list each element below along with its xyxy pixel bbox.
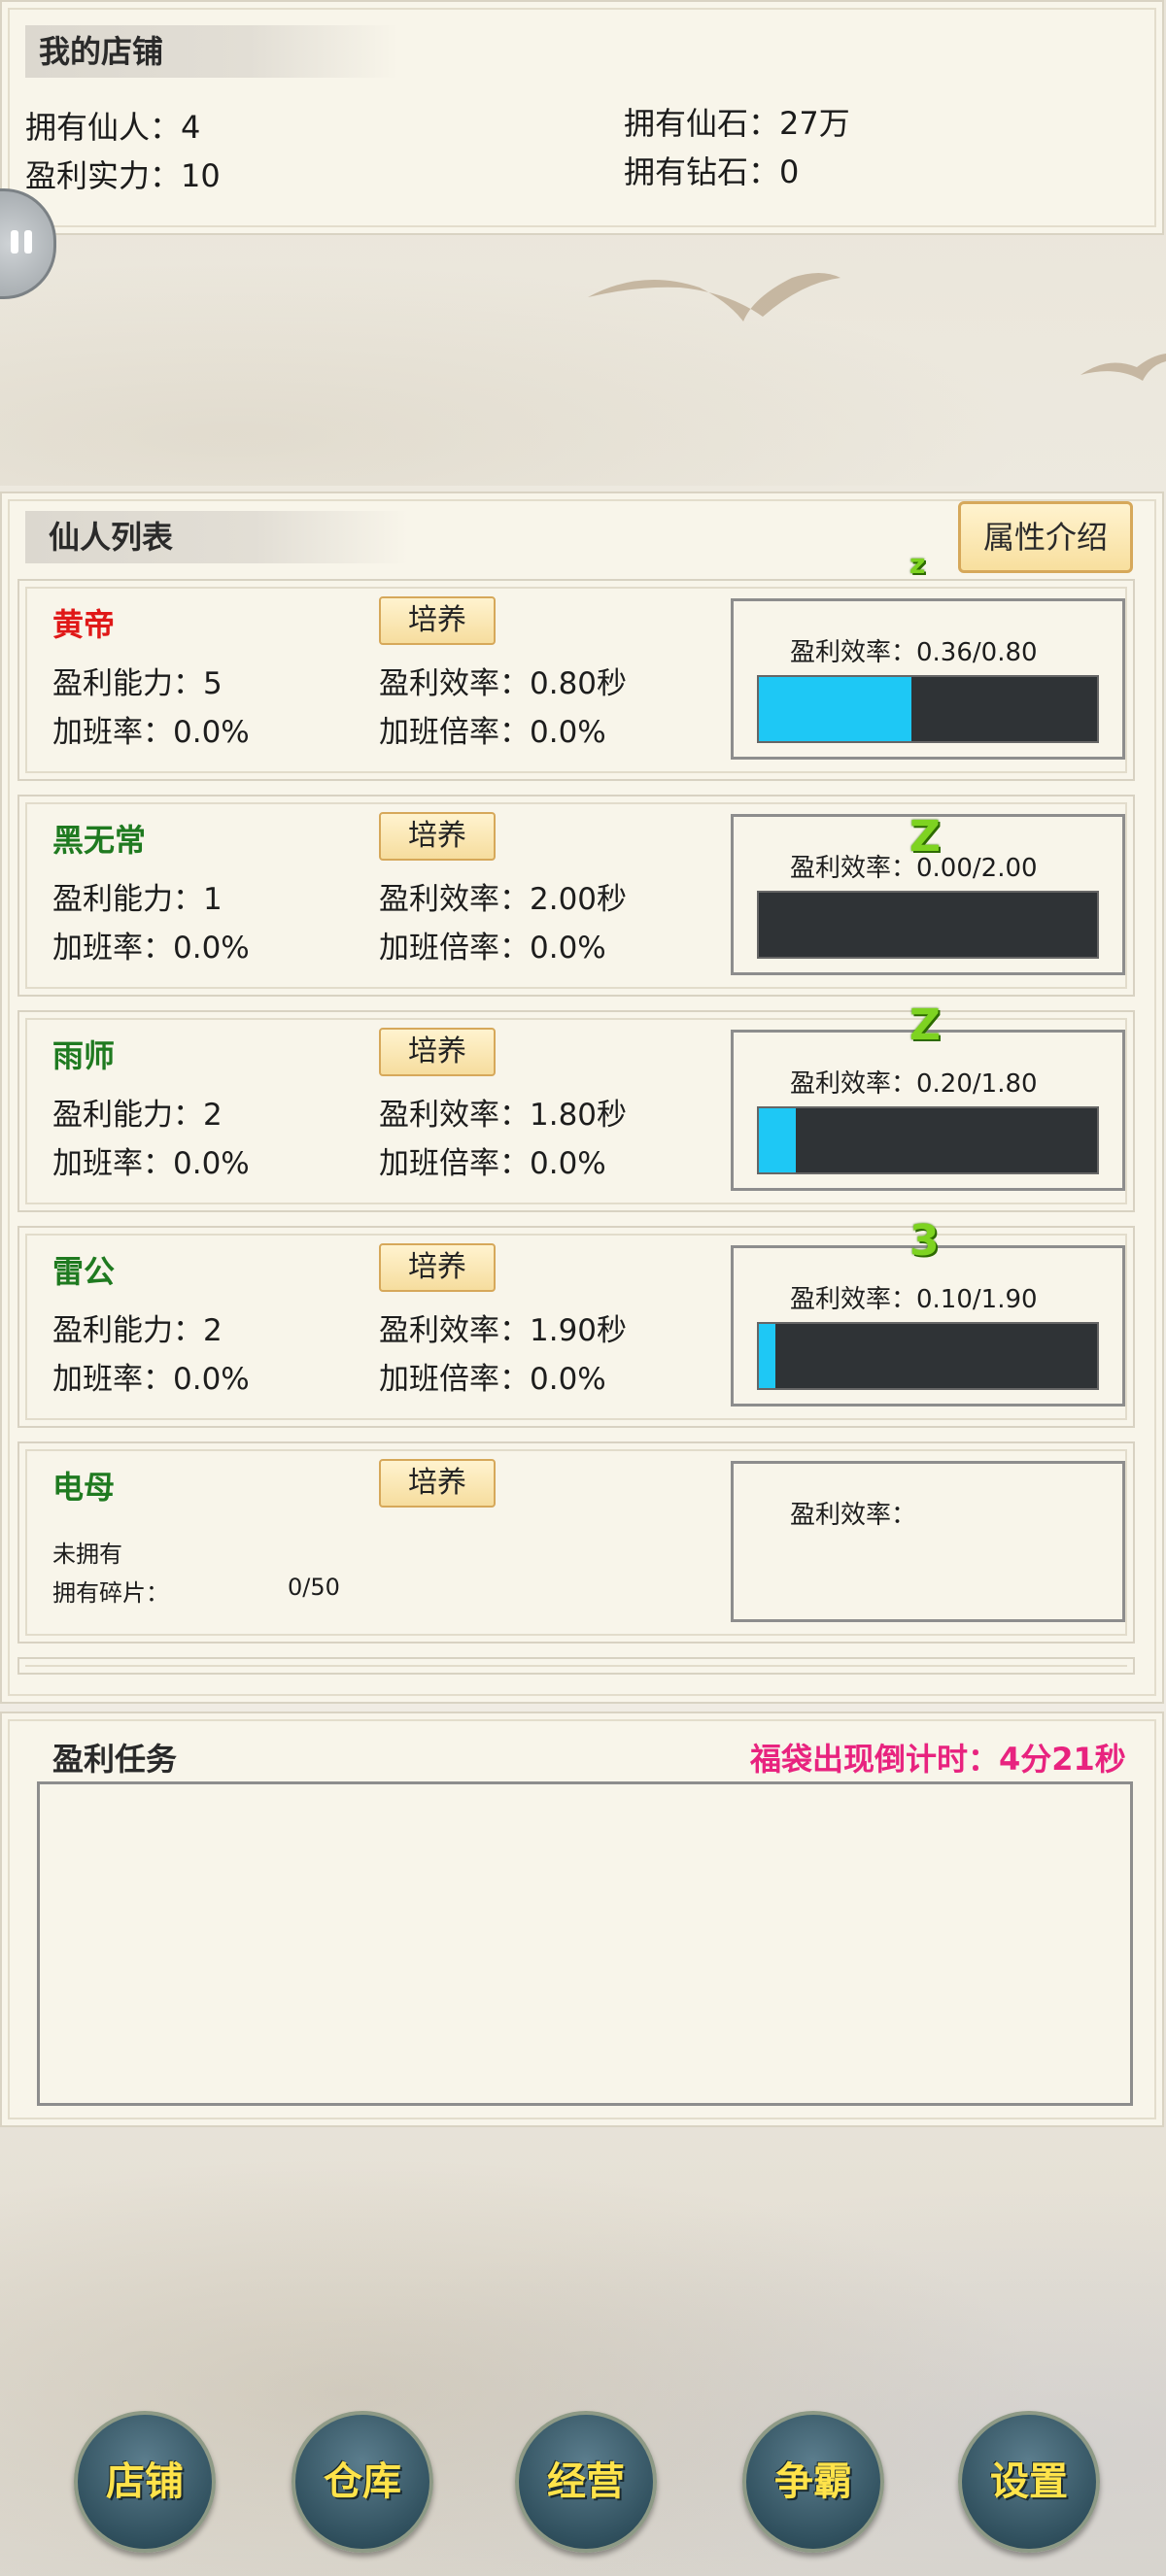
immortal-name: 黑无常 [52, 822, 147, 859]
profit-efficiency: 盈利效率：1.90秒 [379, 1313, 628, 1348]
shop-title: 我的店铺 [25, 25, 398, 78]
profit-ability: 盈利能力：2 [52, 1313, 223, 1348]
overtime-multiplier: 加班倍率：0.0% [379, 1362, 606, 1397]
overtime-multiplier: 加班倍率：0.0% [379, 1146, 606, 1181]
fragments-label: 拥有碎片： [52, 1579, 169, 1607]
immortal-name: 雨师 [52, 1037, 116, 1074]
progress-bar [757, 1322, 1099, 1390]
train-button[interactable]: 培养 [379, 596, 496, 645]
diamonds-count: 拥有钻石：0 [624, 153, 800, 190]
nav-shop-button[interactable]: 店铺 [74, 2411, 216, 2553]
list-title: 仙人列表 [25, 511, 408, 563]
immortal-card: 电母 培养 未拥有 拥有碎片： 0/50 盈利效率： [17, 1441, 1135, 1644]
profit-efficiency: 盈利效率：2.00秒 [379, 882, 628, 917]
profit-ability: 盈利能力：5 [52, 666, 223, 701]
overtime-multiplier: 加班倍率：0.0% [379, 715, 606, 750]
immortal-card: 雨师 培养 盈利能力：2 盈利效率：1.80秒 加班率：0.0% 加班倍率：0.… [17, 1010, 1135, 1212]
overtime-multiplier: 加班倍率：0.0% [379, 931, 606, 966]
immortal-card: 雷公 培养 盈利能力：2 盈利效率：1.90秒 加班率：0.0% 加班倍率：0.… [17, 1226, 1135, 1428]
train-button[interactable]: 培养 [379, 1243, 496, 1292]
immortal-card-partial [17, 1657, 1135, 1675]
progress-fill [759, 1324, 776, 1388]
immortal-name: 电母 [52, 1469, 116, 1506]
profit-power: 盈利实力：10 [25, 157, 221, 194]
sleep-icon: Z [909, 812, 941, 862]
task-title: 盈利任务 [52, 1741, 178, 1778]
nav-compete-button[interactable]: 争霸 [742, 2411, 884, 2553]
efficiency-box: 盈利效率：0.10/1.90 [731, 1245, 1125, 1407]
efficiency-box: 盈利效率：0.36/0.80 [731, 598, 1125, 760]
immortals-count: 拥有仙人：4 [25, 109, 201, 146]
immortal-card: 黄帝 培养 盈利能力：5 盈利效率：0.80秒 加班率：0.0% 加班倍率：0.… [17, 579, 1135, 781]
sleep-icon: 3 [909, 1216, 940, 1266]
spirit-stones-count: 拥有仙石：27万 [624, 105, 850, 142]
progress-bar [757, 1106, 1099, 1174]
nav-operate-button[interactable]: 经营 [515, 2411, 657, 2553]
task-list [37, 1781, 1133, 2106]
fragments-value: 0/50 [288, 1574, 340, 1601]
immortal-card: 黑无常 培养 盈利能力：1 盈利效率：2.00秒 加班率：0.0% 加班倍率：0… [17, 795, 1135, 997]
nav-warehouse-button[interactable]: 仓库 [292, 2411, 433, 2553]
efficiency-box: 盈利效率：0.20/1.80 [731, 1030, 1125, 1191]
profit-efficiency: 盈利效率：1.80秒 [379, 1098, 628, 1133]
not-owned-status: 未拥有 [52, 1541, 122, 1568]
progress-fill [759, 1108, 797, 1172]
progress-bar [757, 891, 1099, 959]
immortal-name: 黄帝 [52, 606, 116, 643]
sleep-icon: z [909, 548, 926, 580]
profit-ability: 盈利能力：2 [52, 1098, 223, 1133]
progress-bar [757, 675, 1099, 743]
efficiency-label: 盈利效率：0.36/0.80 [790, 638, 1038, 667]
sleep-icon: Z [909, 1000, 941, 1050]
immortal-name: 雷公 [52, 1253, 116, 1290]
bird-decoration [588, 273, 840, 322]
lucky-bag-countdown: 福袋出现倒计时：4分21秒 [750, 1741, 1126, 1778]
profit-efficiency: 盈利效率：0.80秒 [379, 666, 628, 701]
efficiency-box: 盈利效率： [731, 1461, 1125, 1622]
progress-fill [759, 677, 911, 741]
overtime-rate: 加班率：0.0% [52, 931, 250, 966]
overtime-rate: 加班率：0.0% [52, 715, 250, 750]
efficiency-label: 盈利效率：0.10/1.90 [790, 1285, 1038, 1314]
overtime-rate: 加班率：0.0% [52, 1362, 250, 1397]
train-button[interactable]: 培养 [379, 1459, 496, 1508]
attribute-info-button[interactable]: 属性介绍 [958, 501, 1133, 573]
train-button[interactable]: 培养 [379, 812, 496, 861]
train-button[interactable]: 培养 [379, 1028, 496, 1076]
bird-decoration [1080, 354, 1166, 381]
nav-settings-button[interactable]: 设置 [958, 2411, 1100, 2553]
efficiency-label: 盈利效率：0.20/1.80 [790, 1069, 1038, 1099]
efficiency-label: 盈利效率： [790, 1501, 917, 1530]
profit-ability: 盈利能力：1 [52, 882, 223, 917]
overtime-rate: 加班率：0.0% [52, 1146, 250, 1181]
